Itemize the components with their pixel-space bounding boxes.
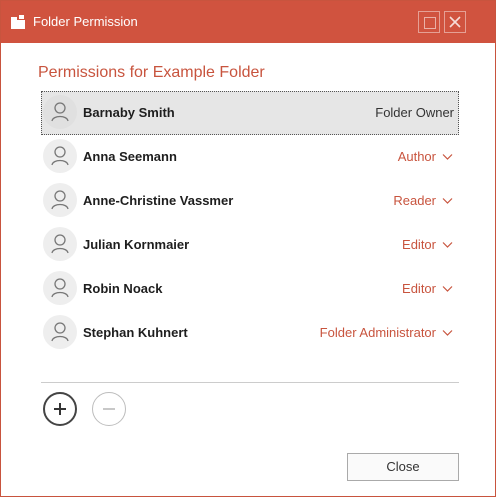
user-name: Stephan Kuhnert xyxy=(83,325,188,340)
user-name: Anne-Christine Vassmer xyxy=(83,193,234,208)
permissions-heading: Permissions for Example Folder xyxy=(38,64,265,81)
user-row[interactable]: Anne-Christine Vassmer Reader xyxy=(41,179,459,223)
user-icon xyxy=(51,278,69,298)
user-row[interactable]: Robin Noack Editor xyxy=(41,267,459,311)
user-name: Barnaby Smith xyxy=(83,105,175,120)
minus-icon xyxy=(103,408,115,410)
close-button[interactable]: Close xyxy=(347,453,459,481)
user-row[interactable]: Anna Seemann Author xyxy=(41,135,459,179)
user-name: Julian Kornmaier xyxy=(83,237,190,252)
user-icon xyxy=(51,102,69,122)
avatar xyxy=(43,271,77,305)
user-name: Anna Seemann xyxy=(83,149,177,164)
role-dropdown[interactable]: Folder Administrator xyxy=(320,325,453,340)
avatar xyxy=(43,227,77,261)
user-icon xyxy=(51,234,69,254)
maximize-button[interactable] xyxy=(418,11,440,33)
chevron-down-icon xyxy=(442,241,453,248)
plus-icon xyxy=(54,403,66,415)
user-icon xyxy=(51,190,69,210)
divider xyxy=(41,382,459,383)
role-label: Folder Owner xyxy=(375,105,454,120)
user-row[interactable]: Julian Kornmaier Editor xyxy=(41,223,459,267)
role-dropdown[interactable]: Author xyxy=(398,149,453,164)
avatar xyxy=(43,95,77,129)
role-dropdown[interactable]: Reader xyxy=(393,193,453,208)
window-title: Folder Permission xyxy=(33,14,138,29)
user-name: Robin Noack xyxy=(83,281,163,296)
avatar xyxy=(43,183,77,217)
avatar xyxy=(43,315,77,349)
chevron-down-icon xyxy=(442,153,453,160)
maximize-icon xyxy=(424,17,436,29)
chevron-down-icon xyxy=(442,285,453,292)
title-bar: Folder Permission xyxy=(1,1,495,43)
avatar xyxy=(43,139,77,173)
close-icon xyxy=(449,16,461,28)
user-icon xyxy=(51,322,69,342)
folder-share-icon xyxy=(11,15,25,29)
chevron-down-icon xyxy=(442,197,453,204)
add-user-button[interactable] xyxy=(43,392,77,426)
chevron-down-icon xyxy=(442,329,453,336)
folder-permission-dialog: Folder Permission Permissions for Exampl… xyxy=(0,0,496,497)
remove-user-button[interactable] xyxy=(92,392,126,426)
user-row[interactable]: Barnaby Smith Folder Owner xyxy=(41,91,459,135)
user-permission-list: Barnaby Smith Folder Owner Anna Seemann … xyxy=(41,91,459,355)
user-icon xyxy=(51,146,69,166)
user-row[interactable]: Stephan Kuhnert Folder Administrator xyxy=(41,311,459,355)
close-window-button[interactable] xyxy=(444,11,466,33)
role-dropdown[interactable]: Editor xyxy=(402,237,453,252)
role-dropdown[interactable]: Editor xyxy=(402,281,453,296)
